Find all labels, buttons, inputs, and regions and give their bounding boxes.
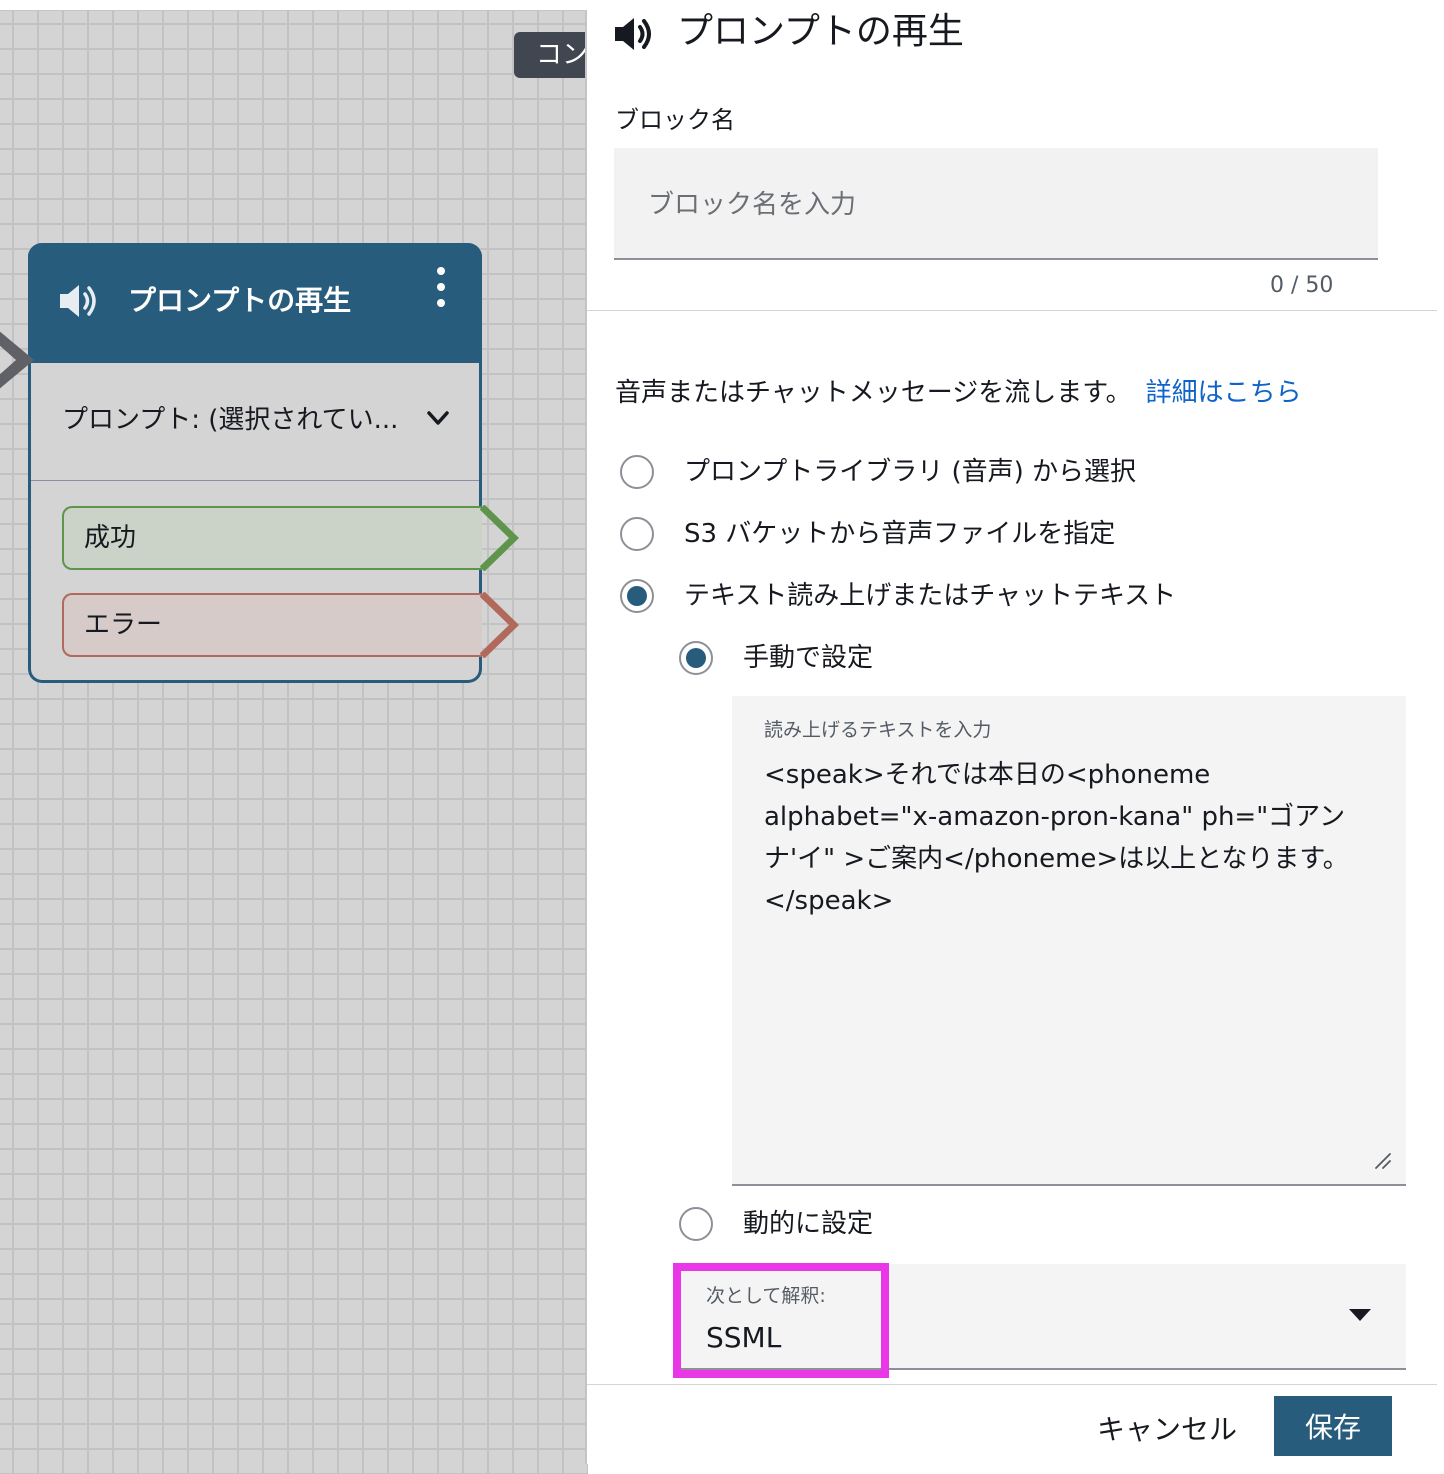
block-header[interactable]: プロンプトの再生: [28, 243, 482, 363]
interpret-as-select[interactable]: 次として解釈: SSML: [676, 1264, 1406, 1370]
flow-canvas[interactable]: [0, 10, 588, 1474]
block-input-connector[interactable]: [0, 330, 40, 390]
learn-more-link[interactable]: 詳細はこちら: [1146, 378, 1302, 408]
interpret-as-value: SSML: [706, 1321, 782, 1354]
block-prompt-summary[interactable]: プロンプト: (選択されてい...: [62, 400, 398, 440]
option-dynamic[interactable]: 動的に設定: [679, 1206, 873, 1242]
radio-button[interactable]: [620, 517, 654, 551]
branch-success[interactable]: 成功: [62, 506, 482, 570]
section-divider: [587, 310, 1437, 311]
option-prompt-library[interactable]: プロンプトライブラリ (音声) から選択: [620, 454, 1136, 490]
speech-text-value[interactable]: <speak>それでは本日の<phoneme alphabet="x-amazo…: [764, 754, 1384, 922]
option-s3-bucket[interactable]: S3 バケットから音声ファイルを指定: [620, 516, 1115, 552]
footer-divider: [587, 1384, 1437, 1385]
caret-down-icon[interactable]: [1348, 1308, 1372, 1322]
chevron-down-icon[interactable]: [426, 408, 450, 430]
branch-error[interactable]: エラー: [62, 593, 482, 657]
radio-button-selected[interactable]: [679, 641, 713, 675]
panel-title: プロンプトの再生: [677, 11, 964, 52]
option-label: S3 バケットから音声ファイルを指定: [684, 519, 1116, 549]
option-label: テキスト読み上げまたはチャットテキスト: [684, 581, 1177, 611]
canvas-tooltip: コン: [514, 32, 594, 78]
option-label: プロンプトライブラリ (音声) から選択: [684, 457, 1137, 487]
radio-button[interactable]: [620, 455, 654, 489]
option-label: 動的に設定: [743, 1209, 874, 1239]
radio-button-selected[interactable]: [620, 579, 654, 613]
option-label: 手動で設定: [743, 643, 874, 673]
resize-handle-icon[interactable]: [1374, 1152, 1392, 1170]
block-name-counter: 0 / 50: [1270, 273, 1334, 298]
kebab-menu-icon[interactable]: [434, 267, 448, 311]
block-name-input[interactable]: [614, 148, 1378, 260]
radio-button[interactable]: [679, 1207, 713, 1241]
block-title: プロンプトの再生: [128, 284, 352, 317]
save-button[interactable]: 保存: [1274, 1396, 1392, 1456]
speech-text-input[interactable]: 読み上げるテキストを入力 <speak>それでは本日の<phoneme alph…: [732, 696, 1406, 1186]
speaker-icon: [615, 18, 651, 50]
cancel-button[interactable]: キャンセル: [1084, 1400, 1250, 1456]
speaker-icon: [60, 285, 96, 317]
speech-text-label: 読み上げるテキストを入力: [764, 719, 992, 741]
panel-description: 音声またはチャットメッセージを流します。 詳細はこちら: [615, 375, 1302, 411]
option-manual[interactable]: 手動で設定: [679, 640, 873, 676]
description-text: 音声またはチャットメッセージを流します。: [615, 378, 1132, 408]
error-connector[interactable]: [480, 592, 520, 658]
success-connector[interactable]: [480, 505, 520, 571]
option-text-to-speech[interactable]: テキスト読み上げまたはチャットテキスト: [620, 578, 1176, 614]
interpret-as-label: 次として解釈:: [706, 1285, 826, 1307]
block-divider: [31, 480, 479, 481]
block-name-label: ブロック名: [615, 106, 735, 134]
